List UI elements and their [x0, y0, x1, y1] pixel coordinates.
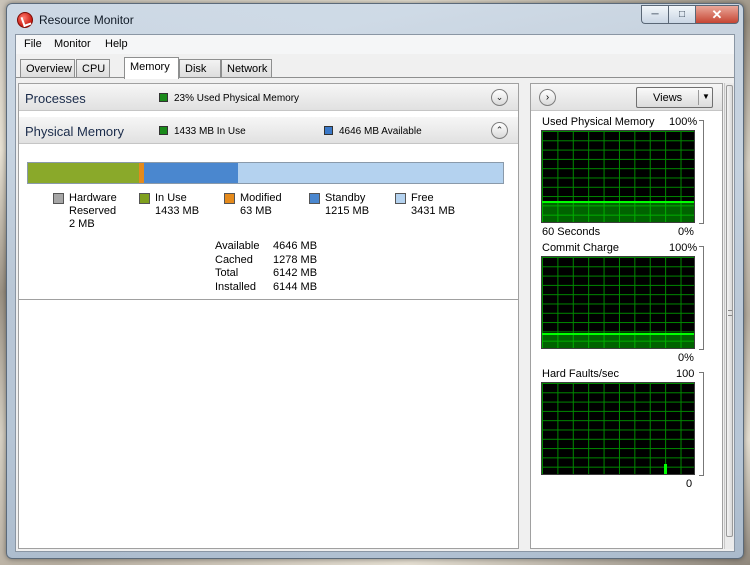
commit-charge-graph	[541, 256, 695, 349]
menu-bar: File Monitor Help	[16, 35, 734, 54]
used-physical-memory-text: 23% Used Physical Memory	[174, 93, 300, 104]
graphs-header: › Views ▼	[531, 84, 722, 111]
modified-swatch	[224, 193, 235, 204]
graph-bracket	[699, 246, 704, 350]
processes-expand-button[interactable]: ⌄	[491, 89, 508, 106]
legend-value: 1215 MB	[325, 205, 370, 217]
graph-title-hard-faults: Hard Faults/sec	[542, 368, 620, 380]
used-physical-memory-graph	[541, 130, 695, 223]
summary-total-label: Total	[215, 267, 239, 280]
summary-cached-value: 1278 MB	[273, 253, 318, 266]
legend-label: Hardware	[69, 192, 117, 204]
physical-memory-collapse-button[interactable]: ⌃	[491, 122, 508, 139]
minimize-button[interactable]: ─	[641, 5, 668, 24]
used-physical-memory-fill	[542, 201, 694, 222]
memory-usage-bar	[27, 162, 504, 184]
graph-max-commit-charge: 100%	[669, 242, 698, 254]
commit-charge-fill	[542, 332, 694, 348]
views-label: Views	[653, 92, 683, 104]
tab-cpu[interactable]: CPU	[76, 59, 110, 78]
maximize-button[interactable]: □	[668, 5, 695, 24]
legend-label-2: Reserved	[69, 205, 117, 217]
legend-label: Modified	[240, 192, 282, 204]
tab-network[interactable]: Network	[221, 59, 272, 78]
graph-bracket	[699, 372, 704, 476]
in-use-swatch	[139, 193, 150, 204]
legend-value: 2 MB	[69, 218, 95, 230]
memory-bar-segment-free	[237, 163, 503, 183]
legend-label: Standby	[325, 192, 366, 204]
available-header-text: 4646 MB Available	[339, 126, 422, 137]
legend-label: Free	[411, 192, 434, 204]
physical-memory-title: Physical Memory	[25, 124, 124, 139]
summary-installed-label: Installed	[215, 280, 256, 293]
title-bar[interactable]: Resource Monitor ─ □ ✕	[7, 4, 743, 34]
graph-bracket	[699, 120, 704, 224]
memory-summary: Available 4646 MB Cached 1278 MB Total 6…	[215, 240, 335, 296]
section-divider	[19, 299, 518, 300]
graph-title-used-physical-memory: Used Physical Memory	[542, 116, 655, 128]
standby-swatch	[309, 193, 320, 204]
legend-value: 3431 MB	[411, 205, 456, 217]
views-dropdown[interactable]: Views ▼	[636, 87, 713, 108]
graphs-pane: › Views ▼ Used Physical Memory 100% 60 S…	[530, 83, 723, 549]
used-memory-indicator-icon	[159, 93, 168, 102]
hard-faults-graph	[541, 382, 695, 475]
collapse-graphs-button[interactable]: ›	[539, 89, 556, 106]
processes-header[interactable]: Processes 23% Used Physical Memory ⌄	[19, 84, 518, 111]
in-use-header-text: 1433 MB In Use	[174, 126, 246, 137]
tab-disk[interactable]: Disk	[179, 59, 221, 78]
chevron-down-icon: ▼	[702, 92, 710, 101]
graph-min-used-physical-memory: 0%	[678, 226, 694, 238]
available-indicator-icon	[324, 126, 333, 135]
graph-max-used-physical-memory: 100%	[669, 116, 698, 128]
views-divider	[698, 90, 699, 105]
client-area: File Monitor Help Overview CPU Memory Di…	[15, 34, 735, 552]
window-controls: ─ □ ✕	[641, 5, 739, 24]
physical-memory-header[interactable]: Physical Memory 1433 MB In Use 4646 MB A…	[19, 117, 518, 144]
processes-title: Processes	[25, 91, 86, 106]
legend-label: In Use	[155, 192, 187, 204]
scrollbar-grip-icon	[728, 310, 732, 316]
graph-footer-60-seconds: 60 Seconds	[542, 226, 601, 238]
menu-help[interactable]: Help	[105, 38, 128, 50]
graph-title-commit-charge: Commit Charge	[542, 242, 620, 254]
summary-installed-value: 6144 MB	[273, 280, 318, 293]
resource-monitor-app-icon	[17, 12, 33, 28]
close-button[interactable]: ✕	[695, 5, 739, 24]
hard-fault-spike	[664, 464, 667, 474]
hardware-reserved-swatch	[53, 193, 64, 204]
legend-value: 63 MB	[240, 205, 272, 217]
memory-bar-segment-standby	[143, 163, 238, 183]
memory-details-pane: Processes 23% Used Physical Memory ⌄ Phy…	[18, 83, 519, 549]
in-use-indicator-icon	[159, 126, 168, 135]
resource-monitor-window: Resource Monitor ─ □ ✕ File Monitor Help…	[6, 3, 744, 559]
graph-min-hard-faults: 0	[686, 478, 693, 490]
graph-max-hard-faults: 100	[676, 368, 695, 380]
vertical-scrollbar[interactable]	[724, 83, 734, 549]
tab-memory[interactable]: Memory	[124, 57, 179, 79]
summary-available-value: 4646 MB	[273, 240, 318, 252]
menu-file[interactable]: File	[24, 38, 42, 50]
legend-value: 1433 MB	[155, 205, 200, 217]
graph-min-commit-charge: 0%	[678, 352, 694, 364]
window-title: Resource Monitor	[39, 13, 134, 27]
memory-bar-segment-in-use	[28, 163, 139, 183]
summary-cached-label: Cached	[215, 253, 253, 266]
scrollbar-thumb[interactable]	[726, 85, 733, 537]
summary-total-value: 6142 MB	[273, 267, 318, 280]
summary-available-label: Available	[215, 240, 260, 252]
tab-overview[interactable]: Overview	[20, 59, 75, 78]
free-swatch	[395, 193, 406, 204]
menu-monitor[interactable]: Monitor	[54, 38, 91, 50]
